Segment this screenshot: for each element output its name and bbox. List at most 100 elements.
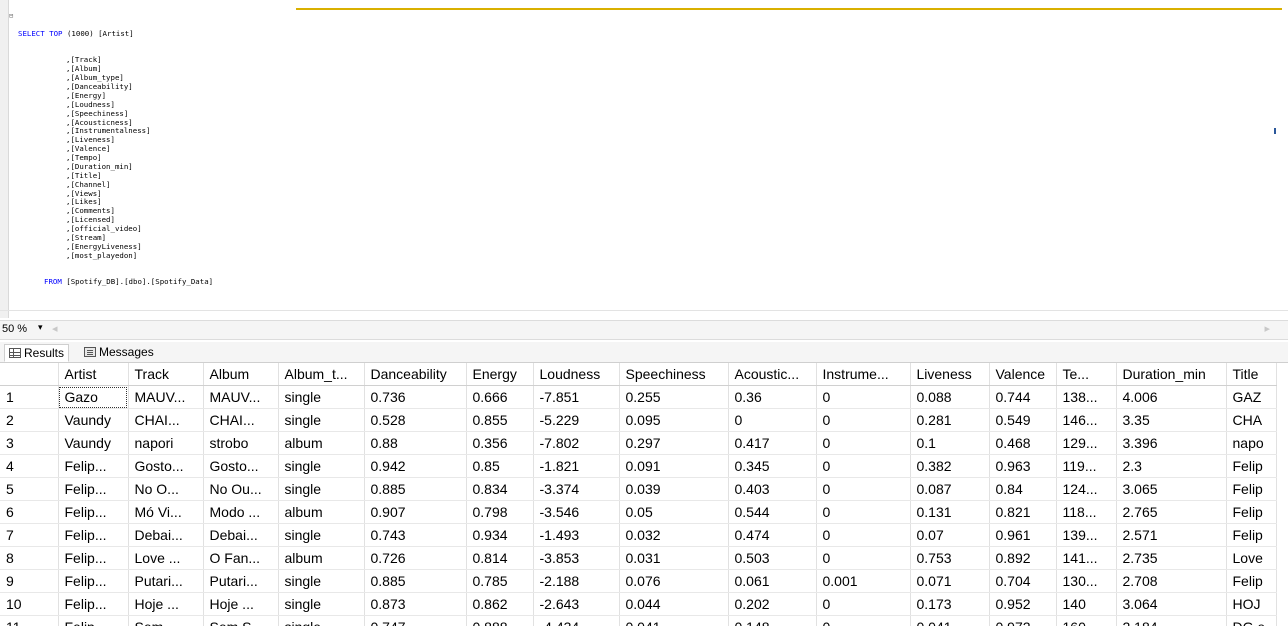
- table-cell[interactable]: 0.84: [989, 477, 1057, 501]
- table-cell[interactable]: 0.001: [816, 569, 911, 593]
- table-cell[interactable]: -3.546: [533, 500, 620, 524]
- tab-messages[interactable]: Messages: [80, 344, 158, 360]
- table-cell[interactable]: single: [278, 615, 365, 626]
- table-cell[interactable]: O Fan...: [203, 546, 279, 570]
- table-cell[interactable]: 0.744: [989, 385, 1057, 409]
- table-cell[interactable]: 138...: [1056, 385, 1117, 409]
- table-cell[interactable]: 0.892: [989, 546, 1057, 570]
- table-cell[interactable]: Felip...: [58, 477, 129, 501]
- table-cell[interactable]: Debai...: [128, 523, 204, 547]
- table-cell[interactable]: 3.396: [1116, 431, 1227, 455]
- table-cell[interactable]: 0.907: [364, 500, 467, 524]
- table-cell[interactable]: 2.3: [1116, 454, 1227, 478]
- table-cell[interactable]: CHAI...: [203, 408, 279, 432]
- table-cell[interactable]: 130...: [1056, 569, 1117, 593]
- table-cell[interactable]: 0.862: [466, 592, 534, 616]
- table-cell[interactable]: 0.873: [364, 592, 467, 616]
- results-table[interactable]: Artist Track Album Album_t... Danceability En…: [0, 363, 1277, 626]
- table-cell[interactable]: Felip: [1226, 477, 1277, 501]
- table-cell[interactable]: Gosto...: [203, 454, 279, 478]
- column-header[interactable]: Liveness: [910, 363, 990, 386]
- table-cell[interactable]: 0.855: [466, 408, 534, 432]
- table-cell[interactable]: 0.814: [466, 546, 534, 570]
- table-cell[interactable]: Love ...: [128, 546, 204, 570]
- table-cell[interactable]: GAZ: [1226, 385, 1277, 409]
- scroll-right-icon[interactable]: ▸: [1264, 322, 1270, 335]
- table-row[interactable]: 2 Vaundy CHAI... CHAI... single 0.528 0.855 -5.…: [0, 408, 1277, 432]
- table-cell[interactable]: single: [278, 454, 365, 478]
- table-cell[interactable]: 0: [816, 500, 911, 524]
- scroll-left-icon[interactable]: ◂: [52, 322, 58, 335]
- table-cell[interactable]: 0: [816, 546, 911, 570]
- table-cell[interactable]: 2.571: [1116, 523, 1227, 547]
- table-cell[interactable]: 0.963: [989, 454, 1057, 478]
- table-cell[interactable]: Felip...: [58, 569, 129, 593]
- table-cell[interactable]: album: [278, 546, 365, 570]
- table-cell[interactable]: 0.041: [910, 615, 990, 626]
- table-cell[interactable]: 124...: [1056, 477, 1117, 501]
- table-cell[interactable]: 0.031: [619, 546, 729, 570]
- table-cell[interactable]: single: [278, 477, 365, 501]
- table-cell[interactable]: 0.942: [364, 454, 467, 478]
- table-cell[interactable]: 0.044: [619, 592, 729, 616]
- table-cell[interactable]: 0.952: [989, 592, 1057, 616]
- table-cell[interactable]: Vaundy: [58, 431, 129, 455]
- table-cell[interactable]: 0: [816, 615, 911, 626]
- table-cell[interactable]: Vaundy: [58, 408, 129, 432]
- column-header[interactable]: Title: [1226, 363, 1277, 386]
- table-cell[interactable]: 0: [816, 408, 911, 432]
- column-header[interactable]: Artist: [58, 363, 129, 386]
- table-cell[interactable]: Felip: [1226, 569, 1277, 593]
- table-cell[interactable]: 0.834: [466, 477, 534, 501]
- table-cell[interactable]: 3.065: [1116, 477, 1227, 501]
- table-cell[interactable]: 0.382: [910, 454, 990, 478]
- table-cell[interactable]: 3.064: [1116, 592, 1227, 616]
- table-cell[interactable]: single: [278, 523, 365, 547]
- table-cell[interactable]: 0.297: [619, 431, 729, 455]
- table-cell[interactable]: 0.743: [364, 523, 467, 547]
- table-row[interactable]: 3 Vaundy napori strobo album 0.88 0.356 -7.802 0…: [0, 431, 1277, 455]
- table-cell[interactable]: 0.032: [619, 523, 729, 547]
- table-row[interactable]: 10 Felip... Hoje ... Hoje ... single 0.873 0.8…: [0, 592, 1277, 616]
- table-cell[interactable]: 0.076: [619, 569, 729, 593]
- table-cell[interactable]: 0.798: [466, 500, 534, 524]
- results-grid[interactable]: Artist Track Album Album_t... Danceability En…: [0, 363, 1288, 626]
- table-cell[interactable]: -1.821: [533, 454, 620, 478]
- table-cell[interactable]: single: [278, 569, 365, 593]
- table-cell[interactable]: 0.1: [910, 431, 990, 455]
- row-number[interactable]: 4: [0, 454, 59, 478]
- row-number[interactable]: 2: [0, 408, 59, 432]
- table-cell[interactable]: 0.403: [728, 477, 817, 501]
- table-cell[interactable]: 0.148: [728, 615, 817, 626]
- column-header[interactable]: Acoustic...: [728, 363, 817, 386]
- table-cell[interactable]: -3.853: [533, 546, 620, 570]
- table-cell[interactable]: 0.503: [728, 546, 817, 570]
- table-row[interactable]: 7 Felip... Debai... Debai... single 0.743 0.93…: [0, 523, 1277, 547]
- table-cell[interactable]: 0.345: [728, 454, 817, 478]
- column-header[interactable]: Energy: [466, 363, 534, 386]
- table-cell[interactable]: 119...: [1056, 454, 1117, 478]
- table-cell[interactable]: 0.091: [619, 454, 729, 478]
- table-cell[interactable]: 0: [816, 385, 911, 409]
- table-cell[interactable]: No O...: [128, 477, 204, 501]
- table-cell[interactable]: Felip...: [58, 615, 129, 626]
- table-cell[interactable]: Felip...: [58, 454, 129, 478]
- sql-code[interactable]: SELECT TOP (1000) [Artist] ,[Track] ,[Alb…: [18, 12, 213, 305]
- table-cell[interactable]: Debai...: [203, 523, 279, 547]
- table-cell[interactable]: 0.356: [466, 431, 534, 455]
- table-cell[interactable]: MAUV...: [203, 385, 279, 409]
- table-cell[interactable]: 0.05: [619, 500, 729, 524]
- column-header[interactable]: Instrume...: [816, 363, 911, 386]
- table-cell[interactable]: -3.374: [533, 477, 620, 501]
- query-editor[interactable]: ⊟ SELECT TOP (1000) [Artist] ,[Track] ,[A…: [0, 0, 1288, 318]
- row-number[interactable]: 7: [0, 523, 59, 547]
- table-cell[interactable]: 0.071: [910, 569, 990, 593]
- table-cell[interactable]: 0.528: [364, 408, 467, 432]
- table-cell[interactable]: 0.202: [728, 592, 817, 616]
- table-cell[interactable]: 0.549: [989, 408, 1057, 432]
- table-cell[interactable]: 3.35: [1116, 408, 1227, 432]
- row-number[interactable]: 5: [0, 477, 59, 501]
- table-cell[interactable]: Gazo: [58, 385, 129, 409]
- table-cell[interactable]: 2.735: [1116, 546, 1227, 570]
- table-cell[interactable]: 0.888: [466, 615, 534, 626]
